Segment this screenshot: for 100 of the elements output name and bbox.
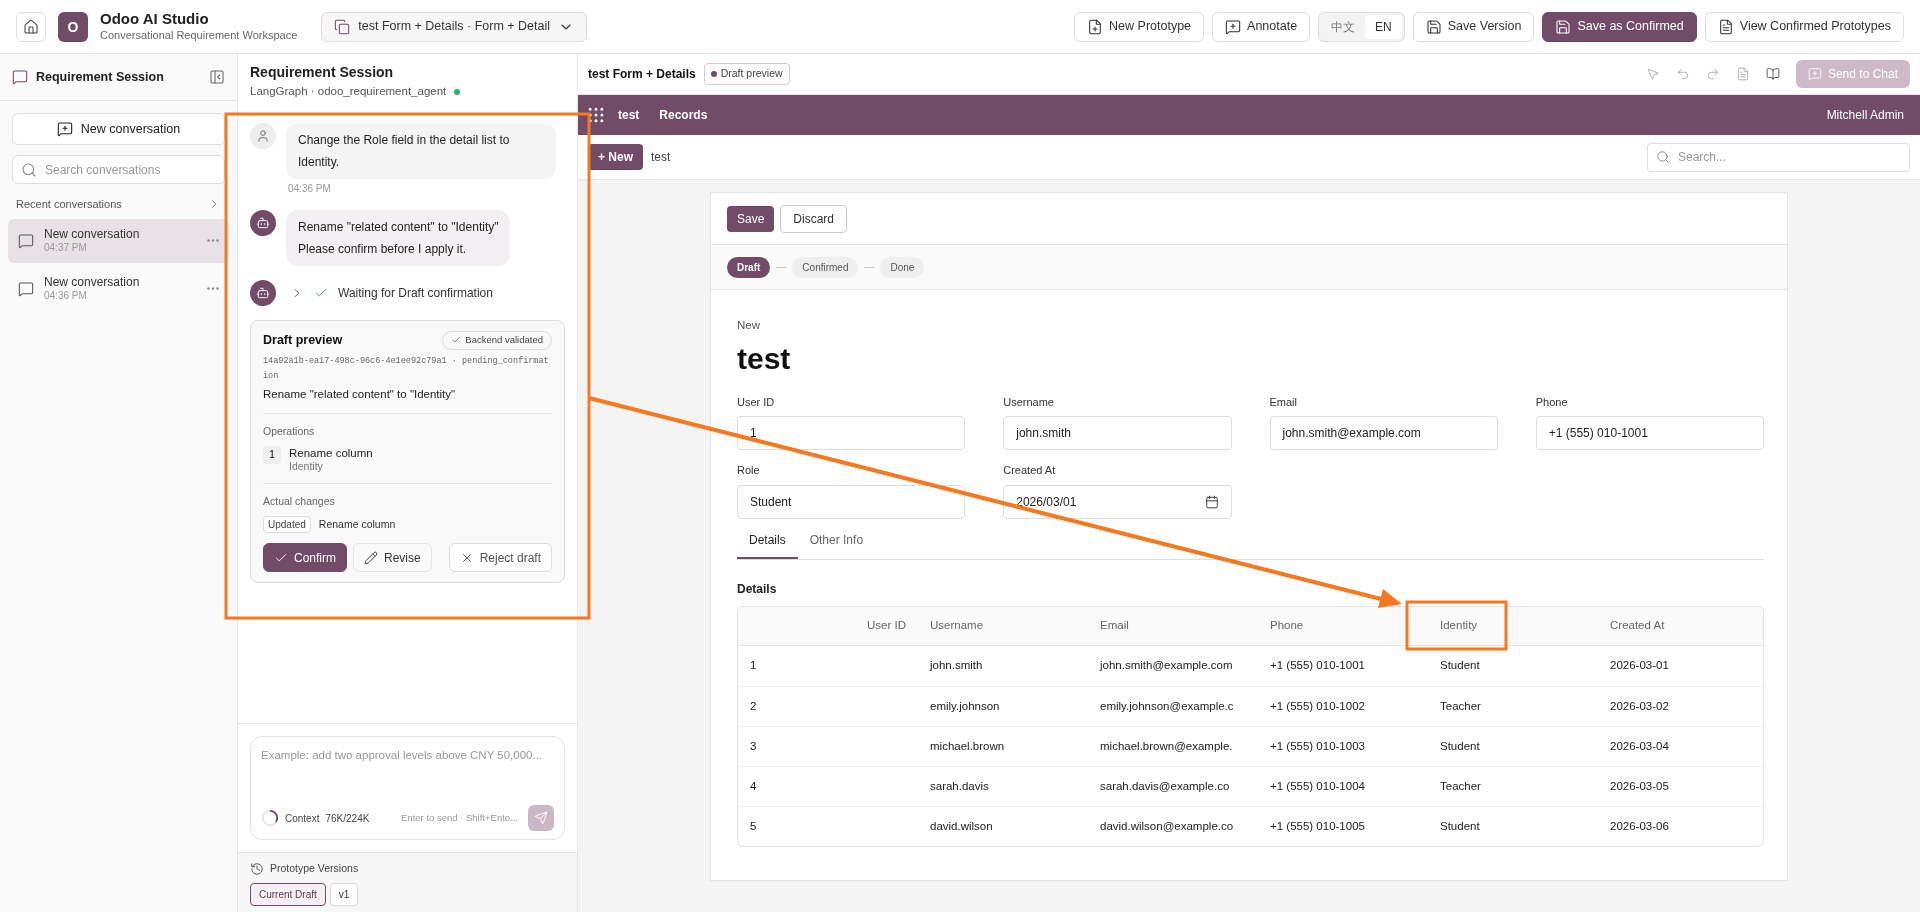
toolbar-button[interactable]: Save as Confirmed	[1542, 11, 1697, 42]
home-button[interactable]	[16, 11, 46, 42]
conversation-item[interactable]: New conversation 04:37 PM	[8, 218, 229, 263]
version-chip[interactable]: Current Draft	[250, 883, 326, 906]
message-composer[interactable]: Example: add two approval levels above CNY 50,000... Context 76K/224K Enter to send · Shift+Ente...	[250, 736, 565, 841]
new-conversation-button[interactable]: New conversation	[12, 113, 225, 145]
status-stage[interactable]: Done	[880, 256, 925, 278]
search-field[interactable]: Search...	[1678, 148, 1901, 166]
column-header[interactable]: Username	[918, 617, 1088, 635]
table-cell-text: 2026-03-06	[1609, 818, 1670, 834]
navbar-menu[interactable]: Records	[659, 106, 708, 124]
operations-label: Operations	[263, 424, 316, 439]
robot-icon	[256, 216, 270, 230]
language-option[interactable]: EN	[1365, 14, 1402, 39]
draft-action-button[interactable]: Confirm	[263, 543, 347, 572]
draft-action-button[interactable]: Reject draft	[448, 543, 552, 572]
table-cell-text: +1 (555) 010-1002	[1269, 698, 1366, 714]
table-cell-text: sarah.davis	[929, 778, 990, 794]
app-logo: O	[58, 11, 88, 42]
field-label: Username	[1003, 394, 1055, 410]
table-cell-text: 2026-03-01	[1609, 658, 1670, 674]
message-input[interactable]: Example: add two approval levels above CNY 50,000...	[261, 747, 554, 806]
discard-button[interactable]: Discard	[780, 204, 848, 233]
table-cell-text: 3	[749, 738, 758, 754]
input-field[interactable]: 2026/03/01	[1003, 484, 1232, 519]
pencil-icon	[364, 550, 378, 565]
conversation-item[interactable]: New conversation 04:36 PM	[8, 266, 229, 311]
prototype-select[interactable]: test Form + Details · Form + Detail	[321, 11, 587, 42]
status-text: Waiting for Draft confirmation	[338, 285, 493, 302]
draft-preview-badge: Draft preview	[703, 63, 790, 85]
draft-action-button[interactable]: Revise	[353, 543, 432, 572]
input-field[interactable]: john.smith	[1003, 416, 1232, 451]
conversation-title: New conversation	[44, 226, 140, 242]
toolbar-button[interactable]: Annotate	[1212, 11, 1311, 42]
send-hint: Enter to send · Shift+Ente...	[401, 811, 518, 826]
search-field[interactable]: Search conversations	[45, 160, 216, 179]
table-cell-text: Student	[1439, 818, 1481, 834]
column-header[interactable]: Created At	[1598, 617, 1763, 635]
status-stage[interactable]: Draft	[727, 256, 771, 278]
table-cell-text: +1 (555) 010-1003	[1269, 738, 1366, 754]
changes-label: Actual changes	[263, 494, 336, 510]
robot-icon	[256, 286, 270, 300]
draft-id: 14a92a1b-ea17-498c-96c6-4e1ee92c79a1 · pending_confirmation	[263, 354, 550, 383]
version-chip[interactable]: v1	[329, 883, 359, 906]
pointer-icon	[1645, 67, 1660, 81]
table-cell-text: Student	[1439, 738, 1481, 754]
more-icon[interactable]	[207, 239, 219, 242]
table-cell-text: david.wilson@example.co	[1099, 818, 1235, 834]
chat-bubble-icon	[18, 280, 34, 297]
table-cell-text: 2026-03-04	[1609, 738, 1670, 754]
send-button[interactable]	[528, 805, 554, 832]
operation-index: 1	[263, 445, 281, 464]
collapse-sidebar-button[interactable]	[209, 69, 225, 85]
comment-plus-icon	[1225, 18, 1242, 35]
table-cell-text: sarah.davis@example.co	[1099, 778, 1231, 794]
document-icon	[1735, 67, 1750, 81]
column-header[interactable]: Identity	[1428, 617, 1598, 635]
comment-plus-icon	[56, 121, 73, 137]
table-cell-text: 4	[749, 778, 758, 794]
column-header[interactable]: Email	[1088, 617, 1258, 635]
form-tab[interactable]: Details	[737, 522, 798, 559]
column-header[interactable]: User ID	[738, 617, 918, 635]
table-cell-text: emily.johnson	[929, 698, 1001, 714]
table-cell-text: john.smith	[928, 658, 984, 674]
field-label: Phone	[1535, 394, 1569, 410]
undo-icon	[1675, 67, 1690, 81]
section-label: Recent conversations	[16, 197, 122, 212]
context-value: 76K/224K	[325, 811, 370, 826]
language-option[interactable]: 中文	[1321, 14, 1366, 39]
collapse-panel-icon	[209, 69, 225, 85]
message-time: 04:36 PM	[288, 182, 332, 196]
table-cell-text: 1	[749, 658, 758, 674]
table-cell-text: michael.brown	[929, 738, 1006, 754]
save-button[interactable]: Save	[727, 205, 775, 232]
table-cell-text: 5	[749, 818, 758, 834]
file-plus-icon	[1087, 18, 1104, 35]
column-header[interactable]: Phone	[1258, 617, 1428, 635]
more-icon[interactable]	[207, 287, 219, 290]
breadcrumb[interactable]: test	[651, 148, 671, 166]
apps-grid-icon	[586, 105, 606, 125]
toolbar-button[interactable]: View Confirmed Prototypes	[1704, 11, 1904, 42]
navbar-app[interactable]: test	[618, 106, 640, 124]
operation-title: Rename column	[289, 445, 373, 461]
form-tab[interactable]: Other Info	[797, 522, 876, 559]
operation-detail: Identity	[289, 460, 324, 474]
chat-title: Requirement Session	[250, 63, 395, 82]
search-bar[interactable]: Search...	[1647, 142, 1910, 172]
input-field[interactable]: Student	[737, 484, 966, 519]
field-label: Email	[1269, 394, 1298, 410]
check-icon	[451, 335, 462, 346]
search-bar[interactable]: Search conversations	[12, 155, 225, 184]
input-field[interactable]: +1 (555) 010-1001	[1535, 416, 1764, 451]
status-stage[interactable]: Confirmed	[792, 256, 859, 278]
toolbar-button[interactable]: New Prototype	[1074, 11, 1205, 42]
new-record-button[interactable]: + New	[588, 144, 643, 170]
input-field[interactable]: john.smith@example.com	[1269, 416, 1498, 451]
navbar-user[interactable]: Mitchell Admin	[1826, 106, 1904, 124]
input-field[interactable]: 1	[737, 416, 966, 451]
toolbar-button[interactable]: Save Version	[1412, 11, 1535, 42]
calendar-icon	[1204, 494, 1219, 509]
